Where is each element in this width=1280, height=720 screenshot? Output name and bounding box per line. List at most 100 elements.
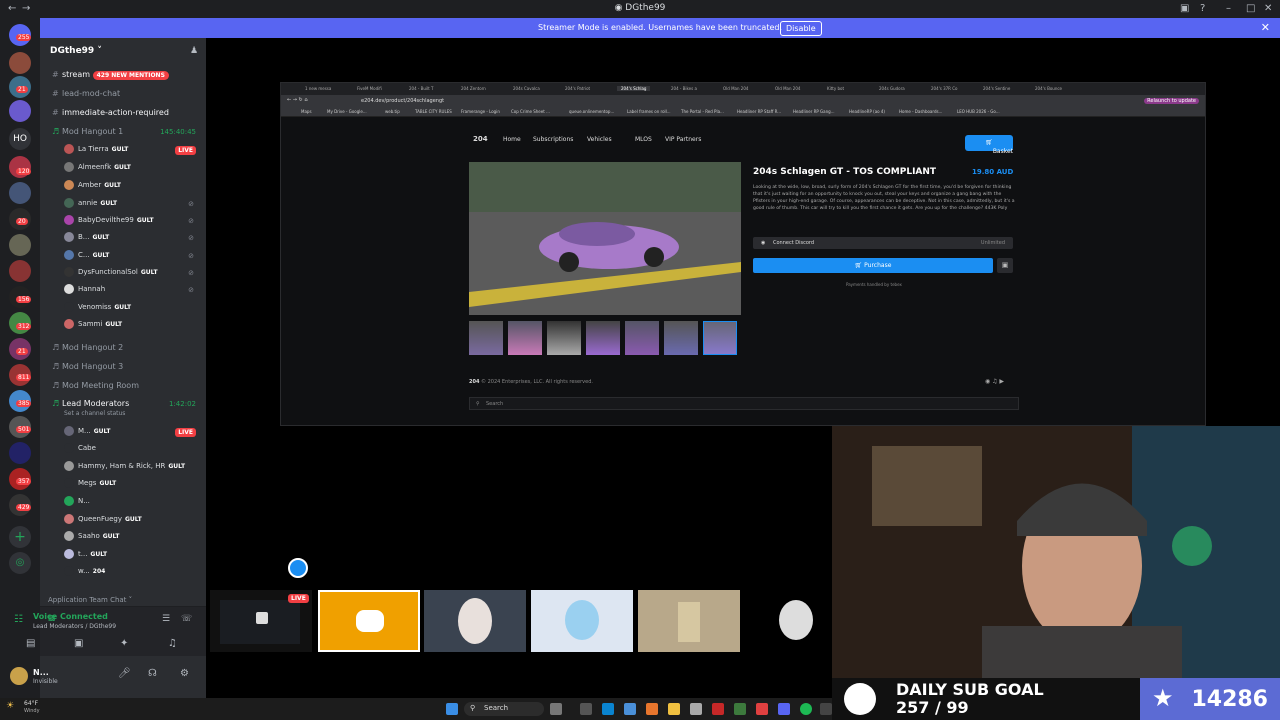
product-thumbnail-selected[interactable] [703,321,737,355]
connect-discord-button[interactable]: ◉ Connect Discord Unlimited [753,237,1013,249]
nav-vip-partners[interactable]: VIP Partners [665,136,701,143]
add-server-icon[interactable]: + [9,526,31,548]
nav-subscriptions[interactable]: Subscriptions [533,136,573,143]
screen-share-icon[interactable]: ▣ [74,638,83,649]
bookmark[interactable]: queue.onlinementop... [569,109,614,114]
channel-mod-hangout-1[interactable]: ♬ Mod Hangout 1 [52,127,123,136]
voice-user[interactable]: BabyDevilthe99 GULT [64,215,154,229]
nav-home[interactable]: Home [503,136,521,143]
product-thumbnail[interactable] [664,321,698,355]
floating-action-button[interactable] [288,558,308,578]
close-window-icon[interactable]: ✕ [1264,3,1272,14]
browser-nav-icons[interactable]: ← → ↻ ⌂ [287,97,308,103]
browser-tab[interactable]: Old Man 204 [723,86,748,91]
nav-mlos[interactable]: MLOS [635,136,652,143]
voice-user[interactable]: Cabe [64,443,99,457]
minimize-icon[interactable]: – [1226,3,1231,14]
nav-vehicles[interactable]: Vehicles [587,136,612,143]
stream-tile-avatar[interactable] [424,590,526,652]
browser-tab[interactable]: 204s Gudora [879,86,905,91]
gift-icon[interactable]: ▣ [997,258,1013,273]
channel-immediate-action[interactable]: # immediate-action-required [52,108,169,117]
start-icon[interactable] [446,703,458,715]
browser-tab[interactable]: FiveM Modifi [357,86,382,91]
bookmark[interactable]: TABLE CITY RULES [415,109,452,114]
voice-user[interactable]: M... GULT [64,426,110,440]
voice-user[interactable]: Megs GULT [64,478,116,492]
discord-icon[interactable] [778,703,790,715]
browser-tab[interactable]: 204s Cavalca [513,86,540,91]
voice-user[interactable]: C... GULT [64,250,109,264]
headphones-icon[interactable]: ☊ [148,668,157,679]
channel-lead-moderators[interactable]: ♬ Lead Moderators [52,399,129,408]
site-search-input[interactable]: ⚲ Search [469,397,1019,410]
browser-tab[interactable]: 204's 37R Co [931,86,957,91]
voice-user[interactable]: La Tierra GULT [64,144,128,158]
bookmark[interactable]: Label frames on roll... [627,109,671,114]
channel-stream[interactable]: # stream 429 NEW MENTIONS [52,70,169,80]
voice-user[interactable]: Saaho GULT [64,531,119,545]
close-banner-icon[interactable]: ✕ [1261,21,1270,34]
channel-mod-hangout-3[interactable]: ♬ Mod Hangout 3 [52,362,123,371]
edge-icon[interactable] [602,703,614,715]
file-explorer-icon[interactable] [668,703,680,715]
bookmark[interactable]: Cop Crime Sheet ... [511,109,550,114]
browser-tab[interactable]: Old Man 204 [775,86,800,91]
task-view-icon[interactable] [580,703,592,715]
activities-icon[interactable]: ✦ [120,638,128,649]
browser-tab-active[interactable]: 204's Schlag [617,86,651,91]
browser-icon[interactable] [624,703,636,715]
acrobat-icon[interactable] [712,703,724,715]
channel-mod-meeting-room[interactable]: ♬ Mod Meeting Room [52,381,139,390]
product-thumbnail[interactable] [469,321,503,355]
relaunch-button[interactable]: Relaunch to update [1144,98,1199,104]
bookmark[interactable]: My Drive - Google... [327,109,367,114]
settings-gear-icon[interactable]: ⚙ [180,668,189,679]
voice-user[interactable]: Hannah [64,284,108,298]
voice-user[interactable]: w... 204 [64,566,105,580]
browser-tab[interactable]: Kitty bot [827,86,844,91]
store-icon[interactable] [690,703,702,715]
server-icon[interactable] [9,182,31,204]
purchase-button[interactable]: 🛒︎ Purchase [753,258,993,273]
server-icon[interactable] [9,100,31,122]
voice-user[interactable]: N... [64,496,93,510]
basket-button[interactable]: 🛒︎ Basket [965,135,1013,155]
stream-tile-avatar[interactable] [638,590,740,652]
voice-user[interactable]: QueenFuegy GULT [64,514,142,528]
voice-user[interactable]: Sammi GULT [64,319,122,333]
weather-temp[interactable]: 64°F [24,700,38,707]
bookmark[interactable]: Maps [301,109,312,114]
discover-icon[interactable]: ◎ [9,552,31,574]
bookmark[interactable]: Headliner RP Staff R... [737,109,781,114]
bookmark[interactable]: The Portal - Red Pla... [681,109,724,114]
video-off-icon[interactable]: ▤ [26,638,35,649]
voice-user[interactable]: Hammy, Ham & Rick, HR GULT [64,461,185,475]
server-header[interactable]: DGthe99 ˅ [50,46,102,56]
browser-tab[interactable]: 204's Patriot [565,86,590,91]
server-icon[interactable] [9,52,31,74]
voice-user[interactable]: B... GULT [64,232,109,246]
microphone-icon[interactable]: 🎤︎ [118,668,131,679]
browser-tab[interactable]: 1 new messa [305,86,331,91]
bookmark[interactable]: Home - Dashboards... [899,109,942,114]
stream-tile-discord[interactable] [318,590,420,652]
bookmark[interactable]: Headliner RP Gang... [793,109,835,114]
bookmark[interactable]: LEO HUB 2026 - Go... [957,109,1000,114]
server-icon[interactable]: HO [9,128,31,150]
server-icon[interactable] [9,442,31,464]
social-icons[interactable]: ◉ ♫ ▶ [985,378,1004,385]
voice-user[interactable]: DysFunctionalSol GULT [64,267,158,281]
chrome-icon[interactable] [756,703,768,715]
store-logo[interactable]: 204 [473,135,488,143]
voice-status[interactable]: Voice Connected [33,612,108,621]
firefox-icon[interactable] [646,703,658,715]
invite-icon[interactable]: ♟ [190,46,198,56]
disable-button[interactable]: Disable [780,21,822,36]
server-icon[interactable] [9,234,31,256]
product-thumbnail[interactable] [547,321,581,355]
voice-user[interactable]: Almeenfk GULT [64,162,131,176]
voice-user[interactable]: t... GULT [64,549,107,563]
stream-tile-screen[interactable]: LIVE [210,590,312,652]
soundboard-icon[interactable]: ♫ [168,638,177,649]
